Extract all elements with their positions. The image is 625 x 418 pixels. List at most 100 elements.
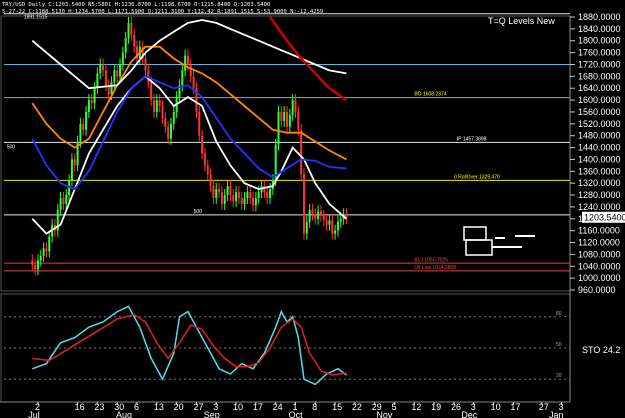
price-tick-label: 1080.0000 [578,249,621,259]
candle-body [113,70,116,83]
price-tick-label: 1440.0000 [578,143,621,153]
price-tick-label: 1480.0000 [578,131,621,141]
candle-body [266,192,269,199]
candle-body [249,192,252,199]
candle-body [252,198,255,206]
candle-body [110,82,113,95]
candle-body [87,100,90,112]
candle-body [172,111,175,124]
candle-body [218,189,221,193]
candle-body [181,70,184,86]
candle-body [70,159,73,181]
candle-body [243,198,246,204]
candle-body [192,76,195,89]
candle-body [280,111,283,121]
price-tick-label: 1840.0000 [578,24,621,34]
candle-body [119,64,122,77]
candle-body [161,106,164,118]
candle-body [82,123,85,130]
time-month-label: Oct [289,410,304,418]
price-tick-label: 960.0000 [578,285,616,295]
candle-body [34,264,37,270]
time-tick-label: 13 [154,402,164,412]
time-tick-label: 27 [193,402,203,412]
candle-body [286,111,288,127]
oscillator-level-label: 50 [556,342,562,348]
candle-body [308,209,311,222]
candle-body [62,198,65,204]
candle-body [39,255,42,261]
price-tick-label: 1360.0000 [578,166,621,176]
candle-body [93,88,96,104]
candle-body [334,230,337,234]
time-tick-label: 16 [75,402,85,412]
time-month-label: Aug [116,410,132,418]
level-annotation: 500 [194,209,203,215]
candle-body [215,189,218,199]
candle-body [317,211,320,219]
current-price-label: 1203.5400 [584,213,625,223]
time-tick-label: 15 [332,402,342,412]
candle-body [325,220,328,225]
candle-body [283,111,286,121]
stochastic-k-line [32,305,347,386]
candle-body [229,186,232,196]
oscillator-level-label: 80 [556,311,562,317]
candle-body [277,111,280,145]
candle-body [48,236,51,252]
candle-body [90,100,93,104]
time-tick-label: 26 [451,402,461,412]
time-month-label: Jan [549,410,564,418]
price-tick-label: 1680.0000 [578,71,621,81]
candle-body [322,215,325,221]
level-annotation: 500 [7,145,16,151]
price-axis: 1880.0000 1840.0000 1800.0000 1760.00001720… [570,12,621,295]
candle-body [257,192,260,199]
candle-body [235,192,238,201]
time-tick-label: 17 [510,402,520,412]
chart-header-line1: TRY/USD Daily C:1203.5400 N5:5801 H:1236… [2,2,270,8]
level-annotation: LB Low 1024.3808 [414,265,456,271]
price-tick-label: 1240.0000 [578,202,621,212]
candle-body [314,214,317,219]
candle-body [220,192,223,204]
candle-body [269,189,272,199]
candle-body [127,22,130,38]
candle-body [201,135,204,154]
candle-body [73,159,76,166]
time-tick-label: 17 [253,402,263,412]
candle-body [302,174,305,234]
candle-body [254,198,257,206]
candle-body [305,221,308,234]
candle-body [42,248,45,256]
candle-body [212,186,215,199]
level-annotation: 1891.1515 [24,15,48,21]
time-month-label: Nov [376,410,393,418]
price-tick-label: 1400.0000 [578,154,621,164]
candle-body [45,248,48,252]
candle-body [339,218,342,222]
candle-body [99,64,102,74]
price-tick-label: 1000.0000 [578,273,621,283]
candle-body [297,111,300,130]
time-tick-label: 19 [431,402,441,412]
current-price-marker: 1203.5400 [582,211,625,223]
candle-body [328,220,331,225]
price-tick-label: 1040.0000 [578,261,621,271]
candle-body [237,192,240,199]
candle-body [130,22,133,35]
price-tick-label: 1520.0000 [578,119,621,129]
candle-body [121,52,124,65]
moving-average-line [31,75,347,235]
price-tick-label: 1280.0000 [578,190,621,200]
projection-boxes [463,226,535,256]
candle-body [133,34,136,47]
oscillator-label: STO 24.2 [582,345,620,355]
candle-body [59,198,62,210]
candle-body [116,70,119,77]
candle-body [288,114,291,127]
candle-body [79,123,82,142]
chart-window: TRY/USD Daily C:1203.5400 N5:5801 H:1236… [0,0,625,418]
level-annotation: IP 1457.3898 [457,137,487,143]
price-tick-label: 1640.0000 [578,83,621,93]
